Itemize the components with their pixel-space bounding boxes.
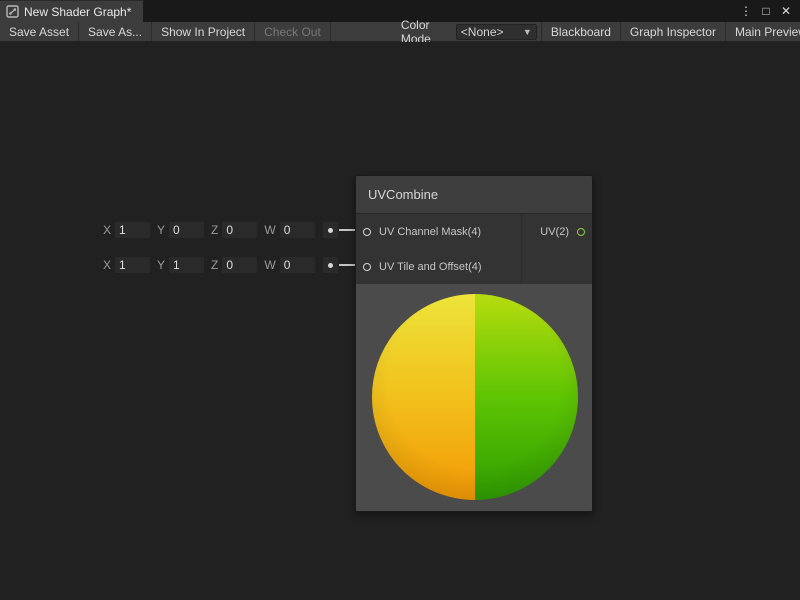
vector-field-z: Z xyxy=(211,221,258,239)
input-port-icon[interactable] xyxy=(363,263,371,271)
vector-field-input[interactable] xyxy=(114,256,151,274)
vector-field-label: W xyxy=(264,223,275,237)
vector-field-input[interactable] xyxy=(114,221,151,239)
vector-field-label: Y xyxy=(157,258,165,272)
vector-field-input[interactable] xyxy=(279,221,316,239)
vector-field-y: Y xyxy=(157,256,205,274)
maximize-icon[interactable]: □ xyxy=(758,1,774,21)
vector-field-input[interactable] xyxy=(221,221,258,239)
node-outputs: UV(2) xyxy=(521,214,592,284)
vector-field-w: W xyxy=(264,221,315,239)
vector-field-x: X xyxy=(103,256,151,274)
node-title: UVCombine xyxy=(368,187,438,202)
close-icon[interactable]: ✕ xyxy=(778,1,794,21)
node-ports: UV Channel Mask(4) UV Tile and Offset(4)… xyxy=(356,214,592,284)
main-preview-button[interactable]: Main Preview xyxy=(725,22,800,41)
node-preview xyxy=(356,284,592,511)
tab-title: New Shader Graph* xyxy=(24,5,131,19)
vector-field-label: X xyxy=(103,223,111,237)
input-port-icon[interactable] xyxy=(363,228,371,236)
output-port-icon[interactable] xyxy=(577,228,585,236)
node-inputs: UV Channel Mask(4) UV Tile and Offset(4) xyxy=(356,214,521,284)
vector-field-input[interactable] xyxy=(168,221,205,239)
window-controls: ⋮ □ ✕ xyxy=(738,0,800,22)
input-port-label: UV Channel Mask(4) xyxy=(379,226,481,238)
vector-field-input[interactable] xyxy=(168,256,205,274)
vector-field-input[interactable] xyxy=(221,256,258,274)
vector-field-input[interactable] xyxy=(279,256,316,274)
vector4-widget-tile-offset: X Y Z W xyxy=(103,254,339,276)
color-mode-dropdown[interactable]: <None> ▼ xyxy=(456,24,537,40)
input-port-uv-channel-mask: UV Channel Mask(4) xyxy=(356,214,521,249)
color-mode-group: Color Mode <None> ▼ xyxy=(397,22,541,41)
widget-port-connector[interactable] xyxy=(322,256,339,274)
color-mode-value: <None> xyxy=(461,25,504,39)
chevron-down-icon: ▼ xyxy=(523,27,532,37)
vector-field-label: Z xyxy=(211,258,218,272)
vector-field-label: Z xyxy=(211,223,218,237)
vector-field-w: W xyxy=(264,256,315,274)
save-asset-button[interactable]: Save Asset xyxy=(0,22,79,41)
tab-new-shader-graph[interactable]: New Shader Graph* xyxy=(0,0,143,22)
output-port-label: UV(2) xyxy=(540,226,569,238)
save-as-button[interactable]: Save As... xyxy=(79,22,152,41)
output-port-uv: UV(2) xyxy=(522,214,592,249)
vector-field-z: Z xyxy=(211,256,258,274)
show-in-project-button[interactable]: Show In Project xyxy=(152,22,255,41)
graph-canvas[interactable]: X Y Z W X Y Z W xyxy=(0,42,800,600)
vector-field-y: Y xyxy=(157,221,205,239)
node-uvcombine[interactable]: UVCombine UV Channel Mask(4) UV Tile and… xyxy=(355,175,593,512)
blackboard-button[interactable]: Blackboard xyxy=(541,22,620,41)
vector-field-label: W xyxy=(264,258,275,272)
node-preview-sphere xyxy=(372,294,578,500)
node-header[interactable]: UVCombine xyxy=(356,176,592,214)
shader-graph-icon xyxy=(6,5,19,18)
input-port-uv-tile-offset: UV Tile and Offset(4) xyxy=(356,249,521,284)
input-port-label: UV Tile and Offset(4) xyxy=(379,261,482,273)
widget-port-connector[interactable] xyxy=(322,221,339,239)
vector-field-label: Y xyxy=(157,223,165,237)
vector-field-label: X xyxy=(103,258,111,272)
vector4-widget-channel-mask: X Y Z W xyxy=(103,219,339,241)
kebab-menu-icon[interactable]: ⋮ xyxy=(738,1,754,21)
port-dot-icon xyxy=(328,263,333,268)
port-dot-icon xyxy=(328,228,333,233)
graph-toolbar: Save Asset Save As... Show In Project Ch… xyxy=(0,22,800,42)
toolbar-right-group: Blackboard Graph Inspector Main Preview xyxy=(541,22,800,41)
graph-inspector-button[interactable]: Graph Inspector xyxy=(620,22,725,41)
vector-field-x: X xyxy=(103,221,151,239)
check-out-button: Check Out xyxy=(255,22,331,41)
sphere-shade-overlay xyxy=(372,294,578,500)
